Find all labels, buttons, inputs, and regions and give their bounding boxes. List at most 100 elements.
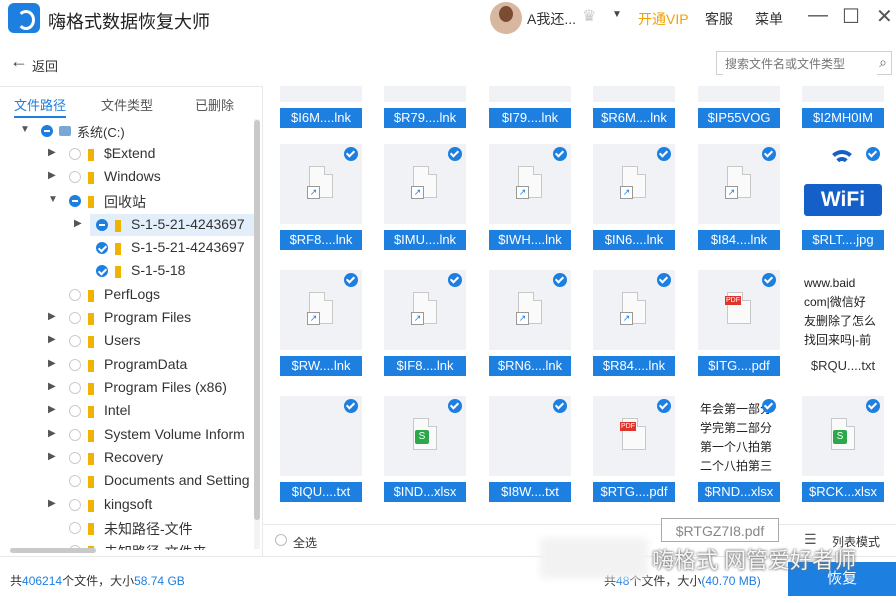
search-box[interactable]: ⌕ — [716, 51, 892, 75]
minimize-button[interactable]: — — [808, 4, 828, 27]
file-thumbnail[interactable] — [698, 86, 780, 102]
file-thumbnail[interactable]: WiFi — [802, 144, 884, 224]
file-thumbnail[interactable]: ↗ — [593, 270, 675, 350]
file-card[interactable]: ↗ $I84....lnk — [698, 144, 780, 250]
file-thumbnail[interactable]: www.baid com|微信好 友删除了怎么 找回来吗|-前 — [802, 270, 884, 350]
back-button[interactable]: 返回 — [32, 56, 58, 75]
expand-arrow-icon[interactable]: ▶ — [48, 311, 56, 322]
expand-arrow-icon[interactable]: ▶ — [48, 358, 56, 369]
selected-check-icon[interactable] — [344, 147, 358, 161]
file-thumbnail[interactable]: S — [802, 396, 884, 476]
selected-check-icon[interactable] — [762, 273, 776, 287]
tab-file-path[interactable]: 文件路径 — [14, 95, 66, 114]
file-card[interactable]: ↗ $R84....lnk — [593, 270, 675, 376]
selected-check-icon[interactable] — [657, 399, 671, 413]
selected-check-icon[interactable] — [657, 273, 671, 287]
checkbox[interactable] — [69, 429, 81, 441]
expand-arrow-icon[interactable]: ▶ — [48, 334, 56, 345]
expand-arrow-icon[interactable]: ▶ — [48, 147, 56, 158]
file-card[interactable]: $I79....lnk — [489, 86, 571, 128]
checkbox[interactable] — [69, 522, 81, 534]
selected-check-icon[interactable] — [762, 147, 776, 161]
tab-deleted[interactable]: 已删除 — [195, 95, 234, 114]
checkbox[interactable] — [41, 125, 53, 137]
file-thumbnail[interactable]: S — [384, 396, 466, 476]
file-card[interactable]: S $IND...xlsx — [384, 396, 466, 502]
checkbox[interactable] — [69, 475, 81, 487]
checkbox[interactable] — [69, 452, 81, 464]
expand-arrow-icon[interactable]: ▶ — [48, 381, 56, 392]
file-thumbnail[interactable]: ↗ — [698, 144, 780, 224]
tree-horizontal-scrollbar[interactable] — [10, 548, 96, 553]
tree-node-perflogs[interactable]: PerfLogs — [0, 284, 256, 306]
tree-node-sid-2[interactable]: S-1-5-21-4243697 — [0, 237, 256, 259]
file-card[interactable]: $R79....lnk — [384, 86, 466, 128]
selected-check-icon[interactable] — [866, 147, 880, 161]
file-thumbnail[interactable]: PDF — [593, 396, 675, 476]
expand-arrow-icon[interactable]: ▶ — [48, 498, 56, 509]
expand-arrow-icon[interactable]: ▶ — [48, 404, 56, 415]
selected-check-icon[interactable] — [553, 399, 567, 413]
checkbox[interactable] — [96, 265, 108, 277]
file-card[interactable]: www.baid com|微信好 友删除了怎么 找回来吗|-前 $RQU....t… — [802, 270, 884, 376]
file-card[interactable]: $IP55VOG — [698, 86, 780, 128]
file-card[interactable]: ↗ $IWH....lnk — [489, 144, 571, 250]
checkbox[interactable] — [69, 499, 81, 511]
tree-node-documents-settings[interactable]: Documents and Setting — [0, 470, 256, 492]
collapse-arrow-icon[interactable]: ▼ — [48, 194, 58, 205]
file-thumbnail[interactable] — [593, 86, 675, 102]
checkbox[interactable] — [69, 312, 81, 324]
checkbox[interactable] — [96, 219, 108, 231]
checkbox[interactable] — [69, 335, 81, 347]
file-thumbnail[interactable]: ↗ — [384, 144, 466, 224]
file-thumbnail[interactable]: ↗ — [280, 144, 362, 224]
tree-node-intel[interactable]: ▶ Intel — [0, 400, 256, 422]
file-thumbnail[interactable] — [489, 396, 571, 476]
checkbox[interactable] — [69, 289, 81, 301]
file-card[interactable]: 年会第一部分 学完第二部分 第一个八拍第 二个八拍第三 $RND...xlsx — [698, 396, 780, 502]
file-card[interactable]: $I2MH0IM — [802, 86, 884, 128]
tree-scrollbar-thumb[interactable] — [254, 120, 260, 520]
service-button[interactable]: 客服 — [705, 9, 733, 29]
checkbox[interactable] — [69, 148, 81, 160]
file-card[interactable]: S $RCK...xlsx — [802, 396, 884, 502]
file-thumbnail[interactable] — [802, 86, 884, 102]
tree-node-unknown-files[interactable]: 未知路径-文件 — [0, 517, 256, 539]
file-card[interactable]: ↗ $RF8....lnk — [280, 144, 362, 250]
selected-check-icon[interactable] — [553, 147, 567, 161]
file-thumbnail[interactable]: 年会第一部分 学完第二部分 第一个八拍第 二个八拍第三 — [698, 396, 780, 476]
checkbox[interactable] — [69, 405, 81, 417]
file-thumbnail[interactable]: ↗ — [384, 270, 466, 350]
search-icon[interactable]: ⌕ — [879, 54, 887, 71]
checkbox[interactable] — [69, 171, 81, 183]
expand-arrow-icon[interactable]: ▶ — [74, 218, 82, 229]
tree-node-system-volume[interactable]: ▶ System Volume Inform — [0, 424, 256, 446]
file-thumbnail[interactable]: ↗ — [489, 270, 571, 350]
file-card[interactable]: ↗ $RN6....lnk — [489, 270, 571, 376]
file-thumbnail[interactable]: ↗ — [489, 144, 571, 224]
file-card[interactable]: PDF $ITG....pdf — [698, 270, 780, 376]
vip-button[interactable]: 开通VIP — [638, 9, 689, 29]
file-card[interactable]: WiFi $RLT....jpg — [802, 144, 884, 250]
file-card[interactable]: $IQU....txt — [280, 396, 362, 502]
tab-file-type[interactable]: 文件类型 — [101, 95, 153, 114]
maximize-button[interactable]: ☐ — [842, 4, 860, 29]
file-thumbnail[interactable] — [489, 86, 571, 102]
tree-node-windows[interactable]: ▶ Windows — [0, 166, 256, 188]
selected-check-icon[interactable] — [866, 399, 880, 413]
file-card[interactable]: ↗ $IN6....lnk — [593, 144, 675, 250]
tree-node-extend[interactable]: ▶ $Extend — [0, 143, 256, 165]
menu-button[interactable]: 菜单 — [755, 9, 783, 29]
avatar[interactable] — [490, 2, 522, 34]
back-arrow-icon[interactable]: ← — [10, 51, 28, 72]
select-all-label[interactable]: 全选 — [293, 534, 317, 551]
selected-check-icon[interactable] — [448, 399, 462, 413]
file-card[interactable]: $I8W....txt — [489, 396, 571, 502]
username[interactable]: A我还... — [527, 9, 576, 29]
checkbox[interactable] — [69, 382, 81, 394]
file-thumbnail[interactable]: ↗ — [280, 270, 362, 350]
file-thumbnail[interactable]: ↗ — [593, 144, 675, 224]
tree-node-drive-c[interactable]: ▼ 系统(C:) — [0, 120, 256, 142]
selected-check-icon[interactable] — [344, 273, 358, 287]
file-thumbnail[interactable]: PDF — [698, 270, 780, 350]
